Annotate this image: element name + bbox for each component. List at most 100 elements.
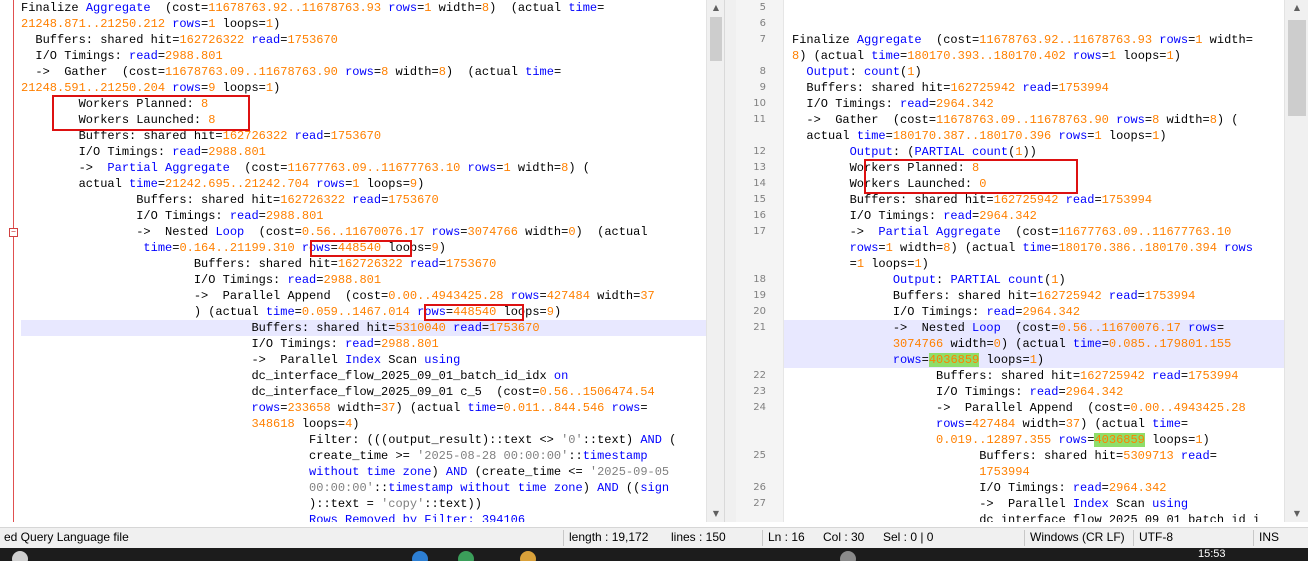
right-vertical-scrollbar[interactable]: ▲ ▼ bbox=[1284, 0, 1308, 522]
code-token: Output bbox=[806, 65, 850, 79]
code-line: I/O Timings: read=2964.342 bbox=[792, 480, 1166, 496]
code-token: )::text = bbox=[21, 497, 382, 511]
code-token: rows bbox=[431, 225, 461, 239]
line-number: 22 bbox=[753, 370, 766, 381]
scroll-down-arrow-icon[interactable]: ▼ bbox=[1285, 506, 1308, 522]
code-token: = bbox=[373, 65, 382, 79]
code-token: width= bbox=[1202, 33, 1253, 47]
code-token: = bbox=[964, 417, 973, 431]
code-token: 0.00..4943425.28 bbox=[1130, 401, 1246, 415]
code-token: = bbox=[460, 225, 468, 239]
left-vertical-scrollbar[interactable]: ▲ ▼ bbox=[706, 0, 725, 522]
code-token: 1 bbox=[265, 81, 274, 95]
code-token: Partial Aggregate bbox=[107, 161, 230, 175]
code-token: (cost= bbox=[1000, 225, 1059, 239]
code-token: = bbox=[323, 129, 331, 143]
code-line: Filter: (((output_result)::text <> '0'::… bbox=[21, 432, 676, 448]
code-token: 427484 bbox=[972, 417, 1016, 431]
status-separator bbox=[1253, 530, 1254, 546]
code-token: ) ( bbox=[1216, 113, 1239, 127]
code-token: rows bbox=[936, 417, 965, 431]
code-token: I/O Timings: bbox=[792, 385, 1030, 399]
code-token: 1753670 bbox=[330, 129, 382, 143]
code-token: Aggregate bbox=[85, 1, 151, 15]
code-line: 3074766 width=0) (actual time=0.085..179… bbox=[792, 336, 1232, 352]
scroll-thumb[interactable] bbox=[710, 17, 722, 61]
code-line: create_time >= '2025-08-28 00:00:00'::ti… bbox=[21, 448, 648, 464]
code-token: timestamp bbox=[582, 449, 648, 463]
code-token: using bbox=[1152, 497, 1189, 511]
code-line: )::text = 'copy'::text)) bbox=[21, 496, 482, 512]
code-token: ( bbox=[661, 433, 677, 447]
code-token: ) (actual bbox=[575, 225, 648, 239]
folder-icon[interactable] bbox=[520, 551, 536, 561]
code-token: ) bbox=[1202, 433, 1210, 447]
status-line-number: Ln : 16 bbox=[768, 530, 805, 544]
line-number: 12 bbox=[753, 146, 766, 157]
code-token: ) bbox=[417, 177, 425, 191]
code-token: Index bbox=[345, 353, 382, 367]
code-token: ) bbox=[352, 417, 360, 431]
line-number: 9 bbox=[759, 82, 766, 93]
fold-toggle-icon[interactable]: − bbox=[9, 228, 18, 237]
code-line: Buffers: shared hit=162726322 read=17536… bbox=[21, 192, 438, 208]
code-line: I/O Timings: read=2988.801 bbox=[21, 208, 323, 224]
code-token: rows bbox=[316, 177, 346, 191]
code-token: 1753994 bbox=[1058, 81, 1109, 95]
code-token: = bbox=[258, 209, 266, 223]
scroll-up-arrow-icon[interactable]: ▲ bbox=[707, 0, 725, 16]
code-token: 8 bbox=[1209, 113, 1217, 127]
code-token: width= bbox=[589, 289, 641, 303]
start-icon[interactable] bbox=[12, 551, 28, 561]
code-token: Buffers: shared hit= bbox=[792, 369, 1081, 383]
code-token: loops= bbox=[215, 17, 266, 31]
code-token: width= bbox=[1159, 113, 1210, 127]
right-editor-pane[interactable]: Finalize Aggregate (cost=11678763.92..11… bbox=[784, 0, 1284, 522]
code-token: Buffers: shared hit= bbox=[792, 193, 994, 207]
code-token: (cost= bbox=[150, 1, 209, 15]
left-editor-pane[interactable]: − Finalize Aggregate (cost=11678763.92..1… bbox=[0, 0, 706, 522]
notepad-icon[interactable] bbox=[840, 551, 856, 561]
code-token: time bbox=[467, 401, 497, 415]
code-token: read bbox=[294, 129, 324, 143]
code-line: -> Parallel Append (cost=0.00..4943425.2… bbox=[21, 288, 655, 304]
code-token: 4036859 bbox=[928, 353, 980, 367]
code-token: Buffers: shared hit= bbox=[792, 289, 1037, 303]
code-line: -> Parallel Index Scan using bbox=[792, 496, 1188, 512]
code-token: read bbox=[129, 49, 158, 63]
code-token: = bbox=[885, 129, 893, 143]
code-token: count bbox=[864, 65, 901, 79]
app-icon[interactable] bbox=[458, 551, 474, 561]
status-separator bbox=[563, 530, 564, 546]
code-token: rows bbox=[611, 401, 641, 415]
status-eol: Windows (CR LF) bbox=[1030, 530, 1125, 544]
code-token: Buffers: shared hit= bbox=[21, 193, 281, 207]
scroll-up-arrow-icon[interactable]: ▲ bbox=[1285, 0, 1308, 16]
code-line: rows=427484 width=37) (actual time= bbox=[792, 416, 1188, 432]
code-token: rows bbox=[251, 401, 281, 415]
code-token: width= bbox=[330, 401, 382, 415]
code-token: rows bbox=[849, 241, 879, 255]
line-number: 24 bbox=[753, 402, 766, 413]
code-token: ) bbox=[1058, 273, 1066, 287]
code-token: :: bbox=[568, 449, 583, 463]
code-token: Scan bbox=[381, 353, 425, 367]
code-token: ) bbox=[553, 305, 562, 319]
code-token: PARTIAL count bbox=[914, 145, 1009, 159]
code-line: I/O Timings: read=2964.342 bbox=[792, 208, 1037, 224]
code-token: actual bbox=[792, 129, 857, 143]
code-token: 0.56..11670076.17 bbox=[1058, 321, 1181, 335]
code-token: ) bbox=[273, 81, 281, 95]
scroll-thumb[interactable] bbox=[1288, 20, 1306, 116]
scroll-down-arrow-icon[interactable]: ▼ bbox=[707, 506, 725, 522]
code-token: = bbox=[1180, 417, 1189, 431]
code-line: dc_interface_flow_2025_09_01_batch_id_i bbox=[792, 512, 1260, 522]
code-token: (cost= bbox=[229, 161, 288, 175]
code-token: = bbox=[792, 257, 857, 271]
code-token: 'copy' bbox=[381, 497, 425, 511]
code-token: )) bbox=[1022, 145, 1037, 159]
code-token: 162725942 bbox=[950, 81, 1016, 95]
browser-icon[interactable] bbox=[412, 551, 428, 561]
